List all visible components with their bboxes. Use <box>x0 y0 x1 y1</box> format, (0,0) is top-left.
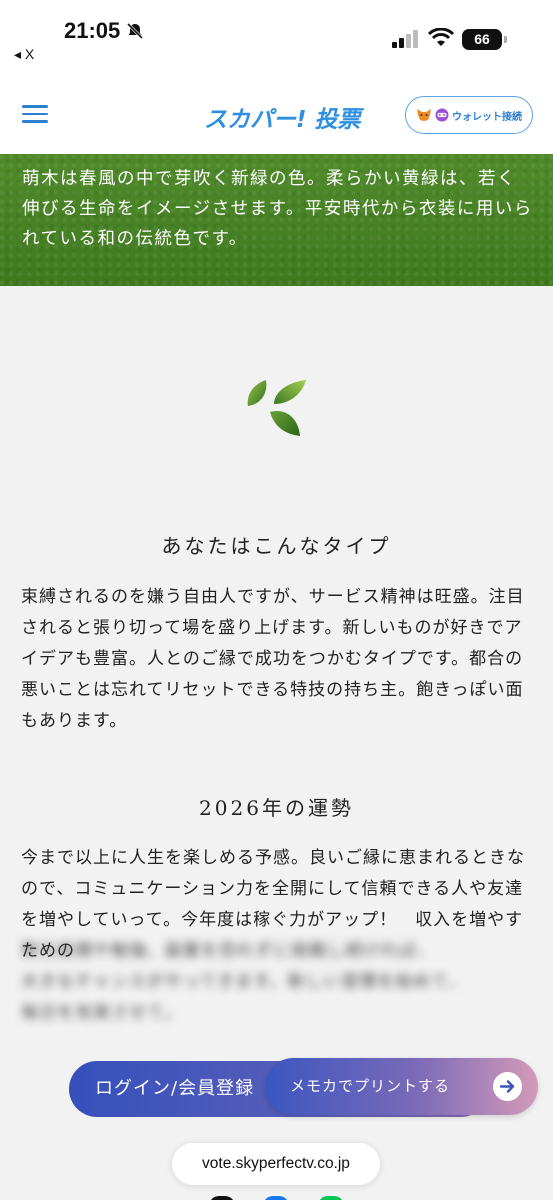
print-mekoca-button[interactable]: メモカでプリントする <box>265 1058 538 1115</box>
signal-icon <box>392 30 418 48</box>
type-section-title: あなたはこんなタイプ <box>161 534 392 558</box>
browser-url-bar[interactable]: vote.skyperfectv.co.jp <box>172 1143 380 1185</box>
type-section-body: 束縛されるのを嫌う自由人ですが、サービス精神は旺盛。注目されると張り切って場を盛… <box>21 587 525 731</box>
fortune-section-title: 2026年の運勢 <box>199 796 354 820</box>
share-line-icon[interactable] <box>318 1196 344 1200</box>
wallet-connect-label: ウォレット接続 <box>452 111 522 123</box>
battery-tip <box>504 36 507 43</box>
bell-muted-icon <box>126 22 144 40</box>
battery-indicator: 66 <box>462 29 502 50</box>
print-mekoca-label: メモカでプリントする <box>290 1077 451 1095</box>
arrow-right-icon <box>493 1072 522 1101</box>
fortune-blurred-line-2: 大きなチャンスがやってきます。新しい習慣を始めて、 <box>21 972 467 992</box>
fox-wallet-icon <box>417 109 431 121</box>
wallet-connect-button[interactable]: ウォレット接続 <box>405 96 533 134</box>
banner-description: 萌木は春風の中で芽吹く新緑の色。柔らかい黄緑は、若く伸びる生命をイメージさせます… <box>22 169 533 249</box>
fortune-blurred-line-3: 毎日を充実させて。 <box>21 1003 183 1023</box>
share-x-icon[interactable] <box>209 1196 235 1200</box>
leaves-icon <box>247 380 306 436</box>
login-register-label: ログイン/会員登録 <box>95 1078 255 1099</box>
clock: 21:05 <box>64 18 121 43</box>
wifi-icon <box>428 28 454 46</box>
share-facebook-icon[interactable] <box>263 1196 289 1200</box>
site-logo[interactable]: スカパー! 投票 <box>204 100 361 134</box>
link-chain-icon <box>435 108 449 122</box>
fortune-blurred-line-1: 努力目標や勉強、副業を恐れずに挑戦し続ければ、 <box>21 941 435 961</box>
status-bar: 21:05 ◂ X 66 <box>0 0 553 72</box>
hamburger-menu-icon[interactable] <box>22 105 48 123</box>
back-to-app[interactable]: ◂ X <box>14 46 34 63</box>
site-header: スカパー! 投票 ウォレット接続 <box>0 72 553 154</box>
color-banner: 萌木は春風の中で芽吹く新緑の色。柔らかい黄緑は、若く伸びる生命をイメージさせます… <box>0 154 553 286</box>
